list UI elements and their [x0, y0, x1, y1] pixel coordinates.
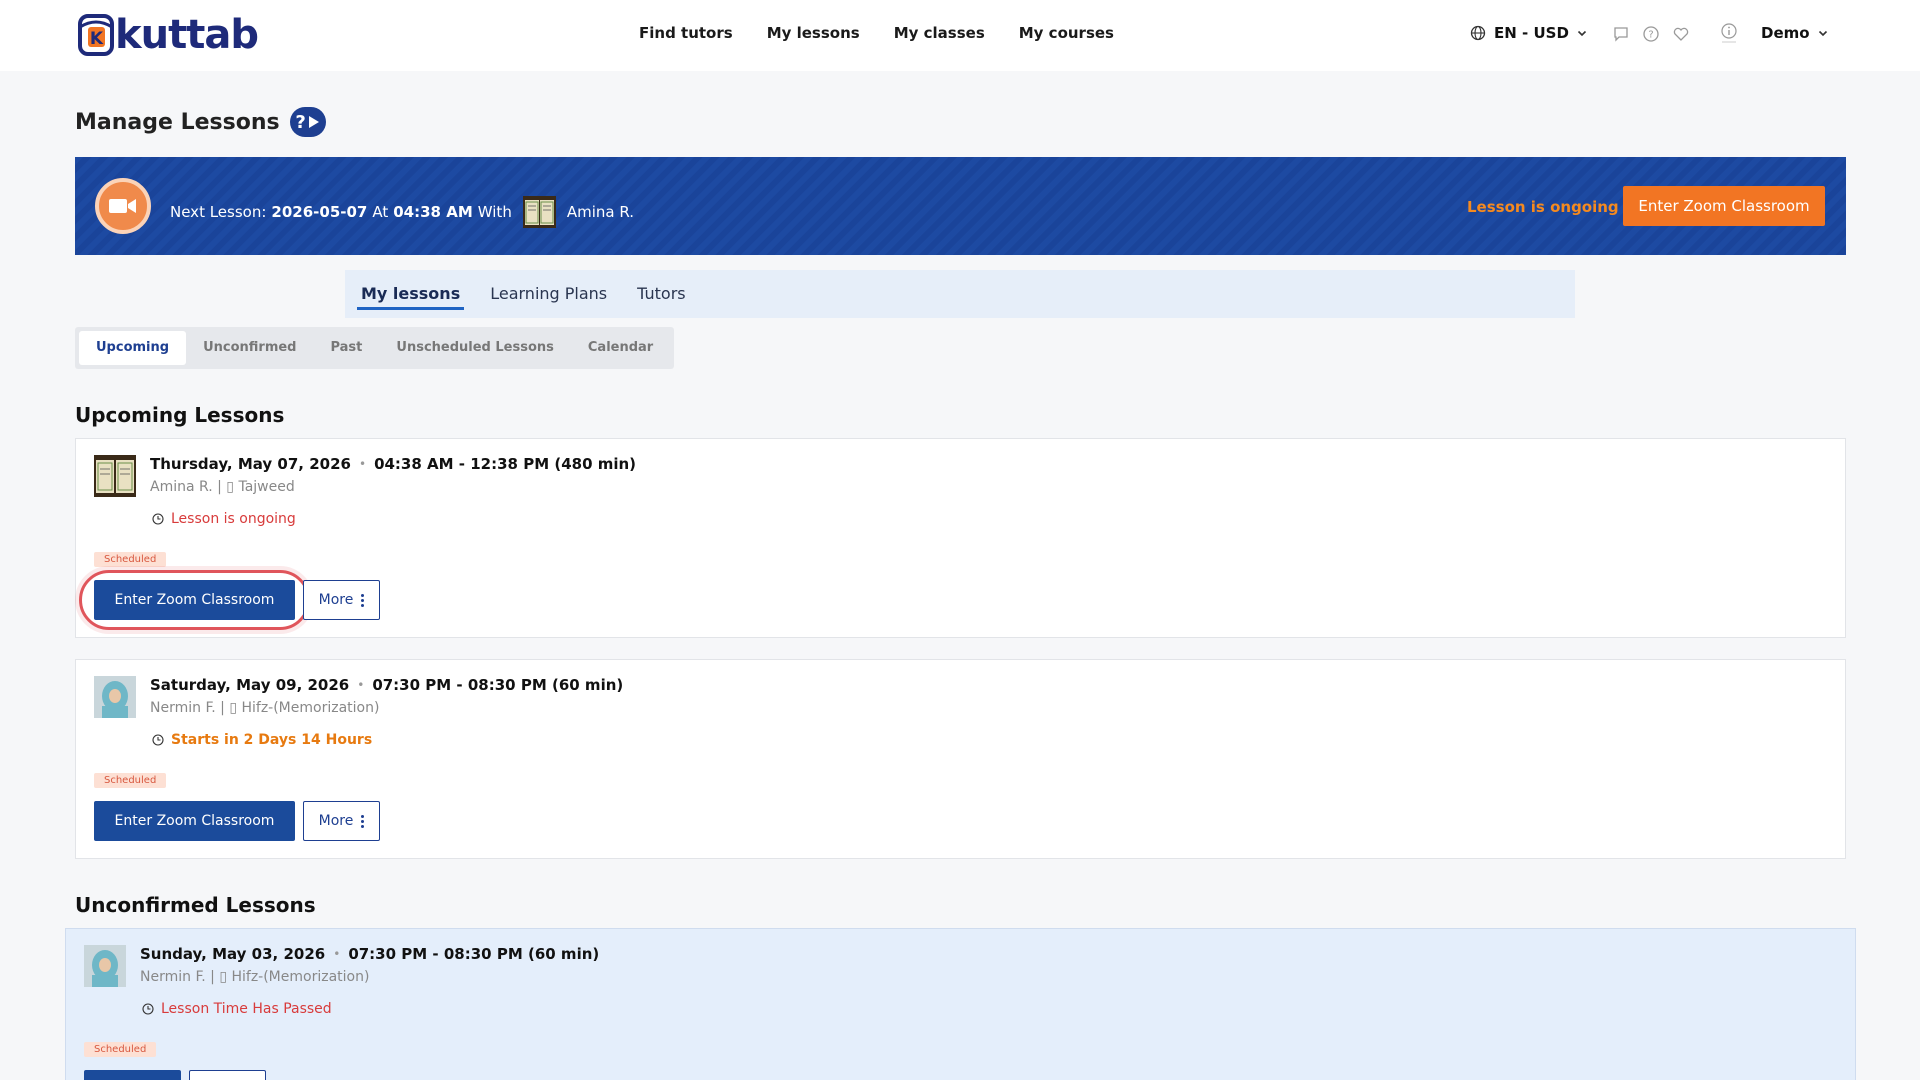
- lesson-tutor-subject: Nermin F. | ▯ Hifz-(Memorization): [150, 700, 380, 716]
- lesson-day: Saturday, May 09, 2026: [150, 676, 350, 694]
- user-menu[interactable]: Demo: [1761, 24, 1828, 42]
- heart-icon[interactable]: [1672, 25, 1690, 43]
- lesson-card: Thursday, May 07, 2026 • 04:38 AM - 12:3…: [75, 438, 1846, 638]
- lesson-status-text: Lesson is ongoing: [171, 511, 296, 527]
- tutor-avatar-icon: [84, 945, 126, 987]
- status-badge: Scheduled: [94, 773, 167, 788]
- chevron-down-icon: [1818, 30, 1827, 37]
- more-label: More: [318, 813, 354, 829]
- upcoming-section-title: Upcoming Lessons: [75, 403, 285, 427]
- next-lesson-tutor[interactable]: Amina R.: [567, 203, 634, 221]
- nav-my-lessons[interactable]: My lessons: [767, 24, 860, 42]
- lesson-day: Sunday, May 03, 2026: [140, 945, 326, 963]
- subtab-unconfirmed[interactable]: Unconfirmed: [186, 331, 313, 365]
- more-button[interactable]: [189, 1070, 266, 1080]
- svg-text:K: K: [90, 29, 104, 49]
- next-lesson-with: With: [477, 203, 512, 221]
- help-icon[interactable]: ?: [1642, 25, 1660, 43]
- lesson-tutor-subject: Amina R. | ▯ Tajweed: [150, 479, 295, 495]
- next-lesson-date: 2026-05-07: [271, 203, 368, 221]
- lesson-status-text: Lesson Time Has Passed: [161, 1001, 332, 1017]
- more-button[interactable]: More: [303, 801, 380, 841]
- next-lesson-prefix: Next Lesson:: [170, 203, 267, 221]
- enter-zoom-button[interactable]: Enter Zoom Classroom: [94, 580, 295, 620]
- lesson-datetime: Thursday, May 07, 2026 • 04:38 AM - 12:3…: [150, 455, 636, 473]
- play-icon: [308, 116, 319, 128]
- question-glyph: ?: [295, 111, 306, 133]
- clock-icon: [142, 1003, 154, 1015]
- unconfirmed-lesson-card: Sunday, May 03, 2026 • 07:30 PM - 08:30 …: [65, 928, 1856, 1080]
- lesson-time: 07:30 PM - 08:30 PM (60 min): [372, 676, 624, 694]
- chevron-down-icon: [1577, 30, 1586, 37]
- help-video-button[interactable]: ?: [289, 107, 326, 137]
- svg-text:?: ?: [1648, 30, 1653, 41]
- subtab-unscheduled[interactable]: Unscheduled Lessons: [379, 331, 571, 365]
- tab-learning-plans[interactable]: Learning Plans: [490, 270, 607, 318]
- lesson-status: Lesson Time Has Passed: [142, 1001, 332, 1017]
- video-camera-icon: [95, 178, 151, 234]
- lesson-time: 04:38 AM - 12:38 PM (480 min): [374, 455, 637, 473]
- banner-lesson-status: Lesson is ongoing: [1467, 198, 1619, 216]
- clock-icon: [152, 513, 164, 525]
- logo-mark-icon: K: [78, 14, 114, 56]
- locale-selector[interactable]: EN - USD: [1470, 24, 1587, 42]
- info-icon[interactable]: [1720, 22, 1738, 44]
- clock-icon: [152, 734, 164, 746]
- lesson-status: Lesson is ongoing: [152, 511, 296, 527]
- quran-avatar-icon: [522, 196, 556, 228]
- more-label: More: [318, 592, 354, 608]
- status-badge: Scheduled: [84, 1042, 157, 1057]
- lesson-card: Saturday, May 09, 2026 • 07:30 PM - 08:3…: [75, 659, 1846, 859]
- nav-find-tutors[interactable]: Find tutors: [639, 24, 733, 42]
- nav-my-classes[interactable]: My classes: [894, 24, 985, 42]
- page-title-text: Manage Lessons: [75, 109, 280, 135]
- tab-tutors[interactable]: Tutors: [637, 270, 685, 318]
- chat-icon[interactable]: [1612, 25, 1630, 43]
- next-lesson-banner: Next Lesson: 2026-05-07 At 04:38 AM With…: [75, 157, 1846, 255]
- lesson-datetime: Sunday, May 03, 2026 • 07:30 PM - 08:30 …: [140, 945, 599, 963]
- subtab-calendar[interactable]: Calendar: [571, 331, 670, 365]
- separator-dot: •: [333, 947, 341, 961]
- globe-icon: [1470, 25, 1486, 41]
- kebab-icon: [361, 814, 365, 828]
- logo-text: kuttab: [115, 12, 259, 58]
- lesson-datetime: Saturday, May 09, 2026 • 07:30 PM - 08:3…: [150, 676, 623, 694]
- lesson-status: Starts in 2 Days 14 Hours: [152, 732, 372, 748]
- kuttab-logo[interactable]: K kuttab: [77, 12, 259, 58]
- unconfirmed-section-title: Unconfirmed Lessons: [75, 893, 316, 917]
- separator-dot: •: [358, 457, 367, 471]
- status-badge: Scheduled: [94, 552, 167, 567]
- page-title: Manage Lessons ?: [75, 107, 326, 137]
- banner-enter-zoom-button[interactable]: Enter Zoom Classroom: [1623, 186, 1825, 226]
- header-icons: ?: [1612, 25, 1690, 43]
- next-lesson-time: 04:38 AM: [393, 203, 473, 221]
- lesson-filter-tabs: Upcoming Unconfirmed Past Unscheduled Le…: [75, 327, 675, 369]
- tutor-avatar-icon: [94, 676, 136, 718]
- more-button[interactable]: More: [303, 580, 380, 620]
- next-lesson-at: At: [372, 203, 389, 221]
- lesson-day: Thursday, May 07, 2026: [150, 455, 351, 473]
- enter-zoom-button[interactable]: Enter Zoom Classroom: [94, 801, 295, 841]
- subtab-upcoming[interactable]: Upcoming: [79, 331, 187, 365]
- video-camera-glyph: [109, 199, 136, 213]
- nav-my-courses[interactable]: My courses: [1019, 24, 1114, 42]
- separator-dot: •: [357, 678, 365, 692]
- next-lesson-info: Next Lesson: 2026-05-07 At 04:38 AM With…: [170, 196, 634, 228]
- locale-label: EN - USD: [1494, 24, 1569, 42]
- kebab-icon: [361, 593, 365, 607]
- main-tabs: My lessons Learning Plans Tutors: [345, 270, 1575, 318]
- top-header: K kuttab Find tutors My lessons My class…: [0, 0, 1920, 71]
- confirm-button[interactable]: [84, 1070, 181, 1080]
- lesson-time: 07:30 PM - 08:30 PM (60 min): [348, 945, 600, 963]
- tab-my-lessons[interactable]: My lessons: [356, 270, 465, 318]
- main-nav: Find tutors My lessons My classes My cou…: [639, 24, 1114, 42]
- subtab-past[interactable]: Past: [313, 331, 379, 365]
- quran-avatar-icon: [94, 455, 136, 497]
- user-name: Demo: [1761, 24, 1810, 42]
- lesson-tutor-subject: Nermin F. | ▯ Hifz-(Memorization): [140, 969, 370, 985]
- lesson-status-text: Starts in 2 Days 14 Hours: [171, 732, 373, 748]
